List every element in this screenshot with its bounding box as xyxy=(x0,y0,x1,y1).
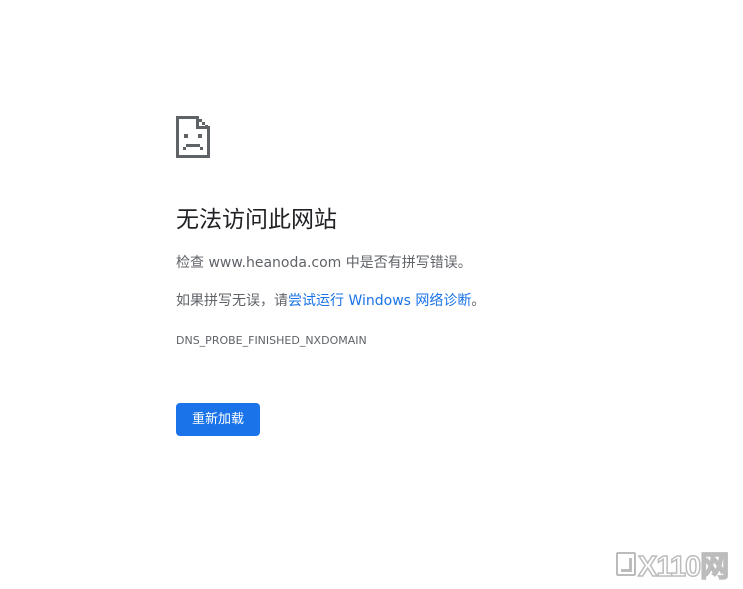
sad-document-icon xyxy=(176,116,210,158)
diagnostics-hint-prefix: 如果拼写无误，请 xyxy=(176,293,288,309)
watermark-text: X110网 xyxy=(637,550,730,584)
page-title: 无法访问此网站 xyxy=(176,207,337,233)
spelling-hint-suffix: 中是否有拼写错误。 xyxy=(341,255,472,271)
domain-text: www.heanoda.com xyxy=(208,255,342,271)
spelling-hint-prefix: 检查 xyxy=(176,255,209,271)
watermark-box-icon xyxy=(616,552,636,576)
network-diagnostics-link[interactable]: 尝试运行 Windows 网络诊断 xyxy=(288,293,471,309)
diagnostics-hint-suffix: 。 xyxy=(471,293,486,309)
reload-button[interactable]: 重新加载 xyxy=(176,403,260,436)
error-code: DNS_PROBE_FINISHED_NXDOMAIN xyxy=(176,334,367,347)
spelling-hint: 检查 www.heanoda.com 中是否有拼写错误。 xyxy=(176,252,472,274)
diagnostics-hint: 如果拼写无误，请尝试运行 Windows 网络诊断。 xyxy=(176,290,485,312)
watermark-logo: X110网 xyxy=(616,548,730,584)
